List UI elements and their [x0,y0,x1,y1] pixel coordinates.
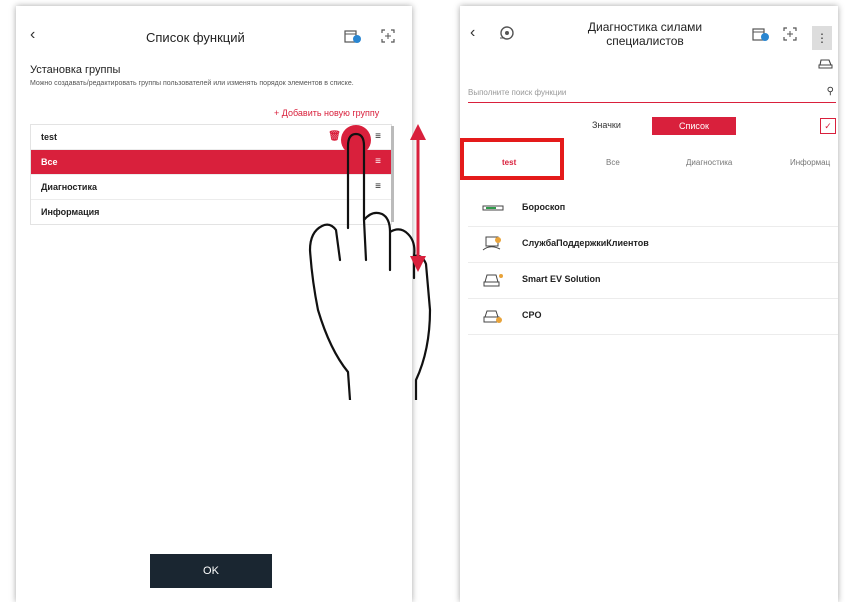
ok-button[interactable]: OK [150,554,272,588]
title-line-1: Диагностика силами [587,20,703,34]
tab-list-view[interactable]: Список [652,117,736,135]
scan-icon[interactable] [782,26,798,42]
category-tab-info[interactable]: Информац [790,158,830,167]
vehicle-icon[interactable] [818,56,834,70]
title-line-2: специалистов [606,34,684,48]
back-button[interactable]: ‹ [470,24,475,42]
scan-icon[interactable] [380,28,396,44]
group-label: Все [41,157,58,167]
function-label: Бороскоп [522,202,566,212]
more-menu-icon[interactable]: ⋮ [812,26,832,50]
back-button[interactable]: ‹ [30,26,35,44]
calendar-icon[interactable] [752,26,770,42]
engine-icon [498,24,516,42]
ev-car-icon [483,274,503,287]
touch-point-icon [341,125,371,155]
calendar-icon[interactable] [344,28,362,44]
hand-pointer-icon [308,132,432,400]
borescope-icon [482,205,504,211]
section-description: Можно создавать/редактировать группы пол… [30,80,354,87]
tab-icons-view[interactable]: Значки [592,120,621,130]
checkbox-icon[interactable]: ✓ [820,118,836,134]
function-row-cpo[interactable]: CPO [468,298,838,335]
function-label: Smart EV Solution [522,274,601,284]
function-row-borescope[interactable]: Бороскоп [468,190,838,227]
function-label: СлужбаПоддержкиКлиентов [522,238,649,248]
customer-support-icon [482,236,501,251]
section-title: Установка группы [30,64,121,76]
function-row-ev[interactable]: Smart EV Solution [468,262,838,299]
expert-diagnostics-panel: ‹ Диагностика силами специалистов ⋮ Выпо… [460,6,838,602]
group-label: test [41,132,58,142]
group-label: Информация [41,207,100,217]
search-input[interactable]: Выполните поиск функции [468,88,566,97]
category-tab-all[interactable]: Все [606,158,620,167]
page-title: Диагностика силами специалистов [560,20,730,48]
highlight-box [460,138,564,180]
search-icon[interactable]: ⚲ [827,86,834,97]
search-field[interactable]: Выполните поиск функции ⚲ [468,86,836,103]
drag-gesture-overlay [308,124,432,400]
function-row-support[interactable]: СлужбаПоддержкиКлиентов [468,226,838,263]
function-label: CPO [522,310,542,320]
category-tab-diagnostics[interactable]: Диагностика [686,158,732,167]
page-title: Список функций [146,30,245,45]
group-label: Диагностика [41,182,97,192]
cpo-car-icon [483,310,502,323]
